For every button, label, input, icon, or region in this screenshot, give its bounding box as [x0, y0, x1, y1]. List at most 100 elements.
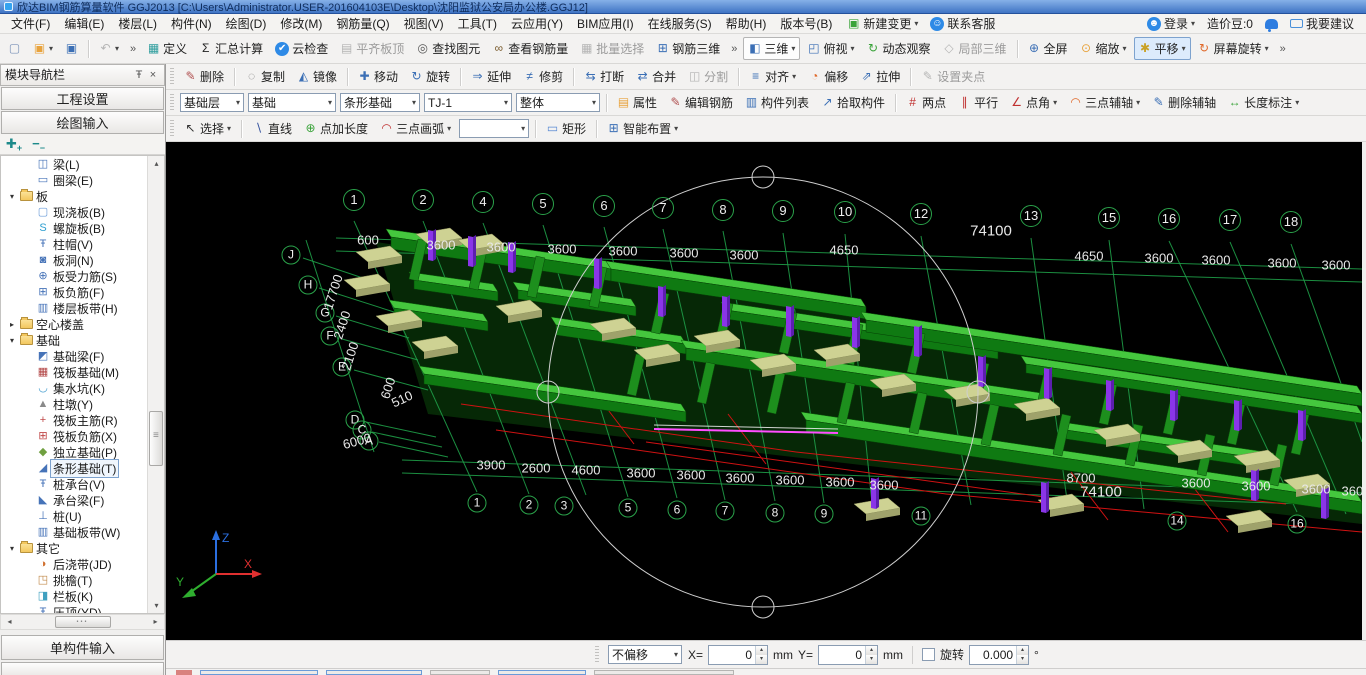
tree-item-桩承台(V)[interactable]: Ŧ 桩承台(V) — [1, 476, 147, 492]
collapse-all-icon[interactable]: −− — [32, 136, 45, 153]
category-select[interactable]: 基础 ▾ — [248, 93, 336, 112]
screen-rotate-button[interactable]: ↻ 屏幕旋转 ▾ — [1193, 37, 1274, 60]
expander-icon[interactable]: ▾ — [7, 192, 17, 201]
delete-aux-axis-button[interactable]: ✎ 删除辅轴 — [1147, 91, 1221, 114]
menu-item-绘图(D)[interactable]: 绘图(D) — [219, 13, 274, 34]
length-dim-button[interactable]: ↔ 长度标注 ▾ — [1223, 91, 1304, 114]
tree-item-后浇带(JD)[interactable]: ◑ 后浇带(JD) — [1, 556, 147, 572]
rotate-checkbox[interactable] — [922, 648, 936, 661]
tree-item-压顶(YD)[interactable]: Ŧ 压顶(YD) — [1, 604, 147, 613]
element-type-select[interactable]: 条形基础 ▾ — [340, 93, 420, 112]
new-change-button[interactable]: ▣ 新建变更 ▾ — [842, 12, 923, 35]
tree-item-基础[interactable]: ▾ 基础 — [1, 332, 147, 348]
define-button[interactable]: ▦ 定义 — [142, 37, 192, 60]
h-scrollbar-thumb[interactable] — [54, 614, 111, 629]
tree-item-条形基础(T)[interactable]: ◢ 条形基础(T) — [1, 458, 147, 478]
summary-calc-button[interactable]: Σ 汇总计算 — [194, 37, 268, 60]
move-button[interactable]: ✚ 移动 — [353, 65, 403, 88]
extend-button[interactable]: ⇒ 延伸 — [466, 65, 516, 88]
drawing-canvas[interactable]: 1 2 4 5 6 7 8 9 10 12 13 15 16 17 18 1 2 3 5 6 7 8 9 11 14 16 J H G F… — [166, 142, 1362, 640]
scroll-left-icon[interactable]: ◂ — [1, 615, 18, 629]
view-3d-button[interactable]: ◧ 三维 ▾ — [743, 37, 801, 60]
properties-button[interactable]: ▤ 属性 — [612, 91, 662, 114]
tree-item-筏板基础(M)[interactable]: ▦ 筏板基础(M) — [1, 364, 147, 380]
tree-item-柱墩(Y)[interactable]: ▲ 柱墩(Y) — [1, 396, 147, 412]
align-button[interactable]: ≡ 对齐 ▾ — [744, 65, 801, 88]
new-file-button[interactable]: ▢ — [3, 39, 26, 58]
y-spinner-icons[interactable]: ▴ ▾ — [865, 645, 878, 664]
trim-button[interactable]: ≠ 修剪 — [518, 65, 568, 88]
x-spinner-icons[interactable]: ▴ ▾ — [755, 645, 768, 664]
delete-button[interactable]: ✎ 删除 — [179, 65, 229, 88]
tree-item-挑檐(T)[interactable]: ◳ 挑檐(T) — [1, 572, 147, 588]
tree-item-板洞(N)[interactable]: ◙ 板洞(N) — [1, 252, 147, 268]
view-rebar-qty-button[interactable]: ∞ 查看钢筋量 — [487, 37, 573, 60]
zoom-extent-button[interactable]: ⊕ 全屏 — [1023, 37, 1073, 60]
edit-rebar-button[interactable]: ✎ 编辑钢筋 — [664, 91, 738, 114]
arc-mode-select[interactable]: ▾ — [459, 119, 530, 138]
rectangle-tool-button[interactable]: ▭ 矩形 — [541, 117, 591, 140]
tree-item-板受力筋(S)[interactable]: ⊕ 板受力筋(S) — [1, 268, 147, 284]
merge-button[interactable]: ⇄ 合并 — [631, 65, 681, 88]
line-tool-button[interactable]: ∖ 直线 — [247, 117, 297, 140]
menu-item-云应用(Y)[interactable]: 云应用(Y) — [504, 13, 570, 34]
scrollbar-thumb[interactable] — [149, 411, 163, 467]
expander-icon[interactable]: ▸ — [7, 320, 17, 329]
tree-item-筏板主筋(R)[interactable]: + 筏板主筋(R) — [1, 412, 147, 428]
login-button[interactable]: ☻ 登录 ▾ — [1142, 12, 1200, 35]
tree-scrollbar[interactable]: ▴ ▾ — [147, 156, 164, 614]
element-name-select[interactable]: TJ-1 ▾ — [424, 93, 512, 112]
tree-item-板[interactable]: ▾ 板 — [1, 188, 147, 204]
menu-item-构件(N)[interactable]: 构件(N) — [164, 13, 219, 34]
tree-h-scrollbar[interactable]: ◂ ▸ — [0, 614, 165, 631]
mirror-button[interactable]: ◭ 镜像 — [292, 65, 342, 88]
tree-item-梁(L)[interactable]: ◫ 梁(L) — [1, 156, 147, 172]
floor-select[interactable]: 基础层 ▾ — [180, 93, 244, 112]
open-file-button[interactable]: ▣ ▾ — [28, 39, 58, 58]
overflow-chevron-icon[interactable]: » — [130, 43, 136, 55]
project-settings-button[interactable]: 工程设置 — [1, 86, 164, 110]
scroll-up-icon[interactable]: ▴ — [148, 156, 164, 171]
rotate-input[interactable]: 0.000 ▴ ▾ — [969, 644, 1030, 665]
three-point-arc-button[interactable]: ◠ 三点画弧 ▾ — [375, 117, 456, 140]
break-button[interactable]: ⇆ 打断 — [579, 65, 629, 88]
menu-item-楼层(L)[interactable]: 楼层(L) — [111, 13, 164, 34]
orbit-button[interactable]: ↻ 动态观察 — [861, 37, 935, 60]
draw-input-button[interactable]: 绘图输入 — [1, 110, 164, 134]
toolbar-grip[interactable] — [170, 67, 174, 86]
point-angle-axis-button[interactable]: ∠ 点角 ▾ — [1005, 91, 1062, 114]
pan-button[interactable]: ✱ 平移 ▾ — [1133, 37, 1191, 60]
zoom-button[interactable]: ⊙ 缩放 ▾ — [1075, 37, 1132, 60]
parallel-axis-button[interactable]: ∥ 平行 — [953, 91, 1003, 114]
menu-item-BIM应用(I)[interactable]: BIM应用(I) — [570, 13, 641, 34]
rotate-spinner-icons[interactable]: ▴ ▾ — [1016, 645, 1029, 664]
tree-item-基础板带(W)[interactable]: ▥ 基础板带(W) — [1, 524, 147, 540]
y-input[interactable]: 0 ▴ ▾ — [818, 644, 879, 665]
menu-item-修改(M)[interactable]: 修改(M) — [273, 13, 329, 34]
menu-item-视图(V)[interactable]: 视图(V) — [397, 13, 451, 34]
x-input[interactable]: 0 ▴ ▾ — [708, 644, 769, 665]
point-length-button[interactable]: ⊕ 点加长度 — [299, 117, 373, 140]
overflow-chevron-icon[interactable]: » — [1280, 43, 1286, 55]
element-list-button[interactable]: ▥ 构件列表 — [740, 91, 814, 114]
save-button[interactable]: ▣ — [60, 39, 83, 58]
tree-item-螺旋板(B)[interactable]: S 螺旋板(B) — [1, 220, 147, 236]
menu-item-工具(T)[interactable]: 工具(T) — [451, 13, 504, 34]
contact-service-button[interactable]: ☺ 联系客服 — [925, 12, 1000, 35]
tree-item-承台梁(F)[interactable]: ◣ 承台梁(F) — [1, 492, 147, 508]
menu-item-钢筋量(Q)[interactable]: 钢筋量(Q) — [329, 13, 396, 34]
overflow-chevron-icon[interactable]: » — [731, 43, 737, 55]
menu-item-编辑(E)[interactable]: 编辑(E) — [57, 13, 111, 34]
pin-icon[interactable]: Ŧ — [132, 69, 146, 81]
notification-button[interactable] — [1260, 16, 1283, 32]
tree-item-柱帽(V)[interactable]: Ŧ 柱帽(V) — [1, 236, 147, 252]
expander-icon[interactable]: ▾ — [7, 336, 17, 345]
suggestion-button[interactable]: 我要建议 — [1285, 12, 1359, 35]
tree-item-基础梁(F)[interactable]: ◩ 基础梁(F) — [1, 348, 147, 364]
scroll-down-icon[interactable]: ▾ — [148, 598, 164, 613]
tree-item-集水坑(K)[interactable]: ◡ 集水坑(K) — [1, 380, 147, 396]
offset-mode-select[interactable]: 不偏移 ▾ — [608, 645, 682, 664]
two-point-axis-button[interactable]: # 两点 — [901, 91, 951, 114]
rebar-3d-button[interactable]: ⊞ 钢筋三维 — [651, 37, 725, 60]
pick-element-button[interactable]: ↗ 拾取构件 — [816, 91, 890, 114]
